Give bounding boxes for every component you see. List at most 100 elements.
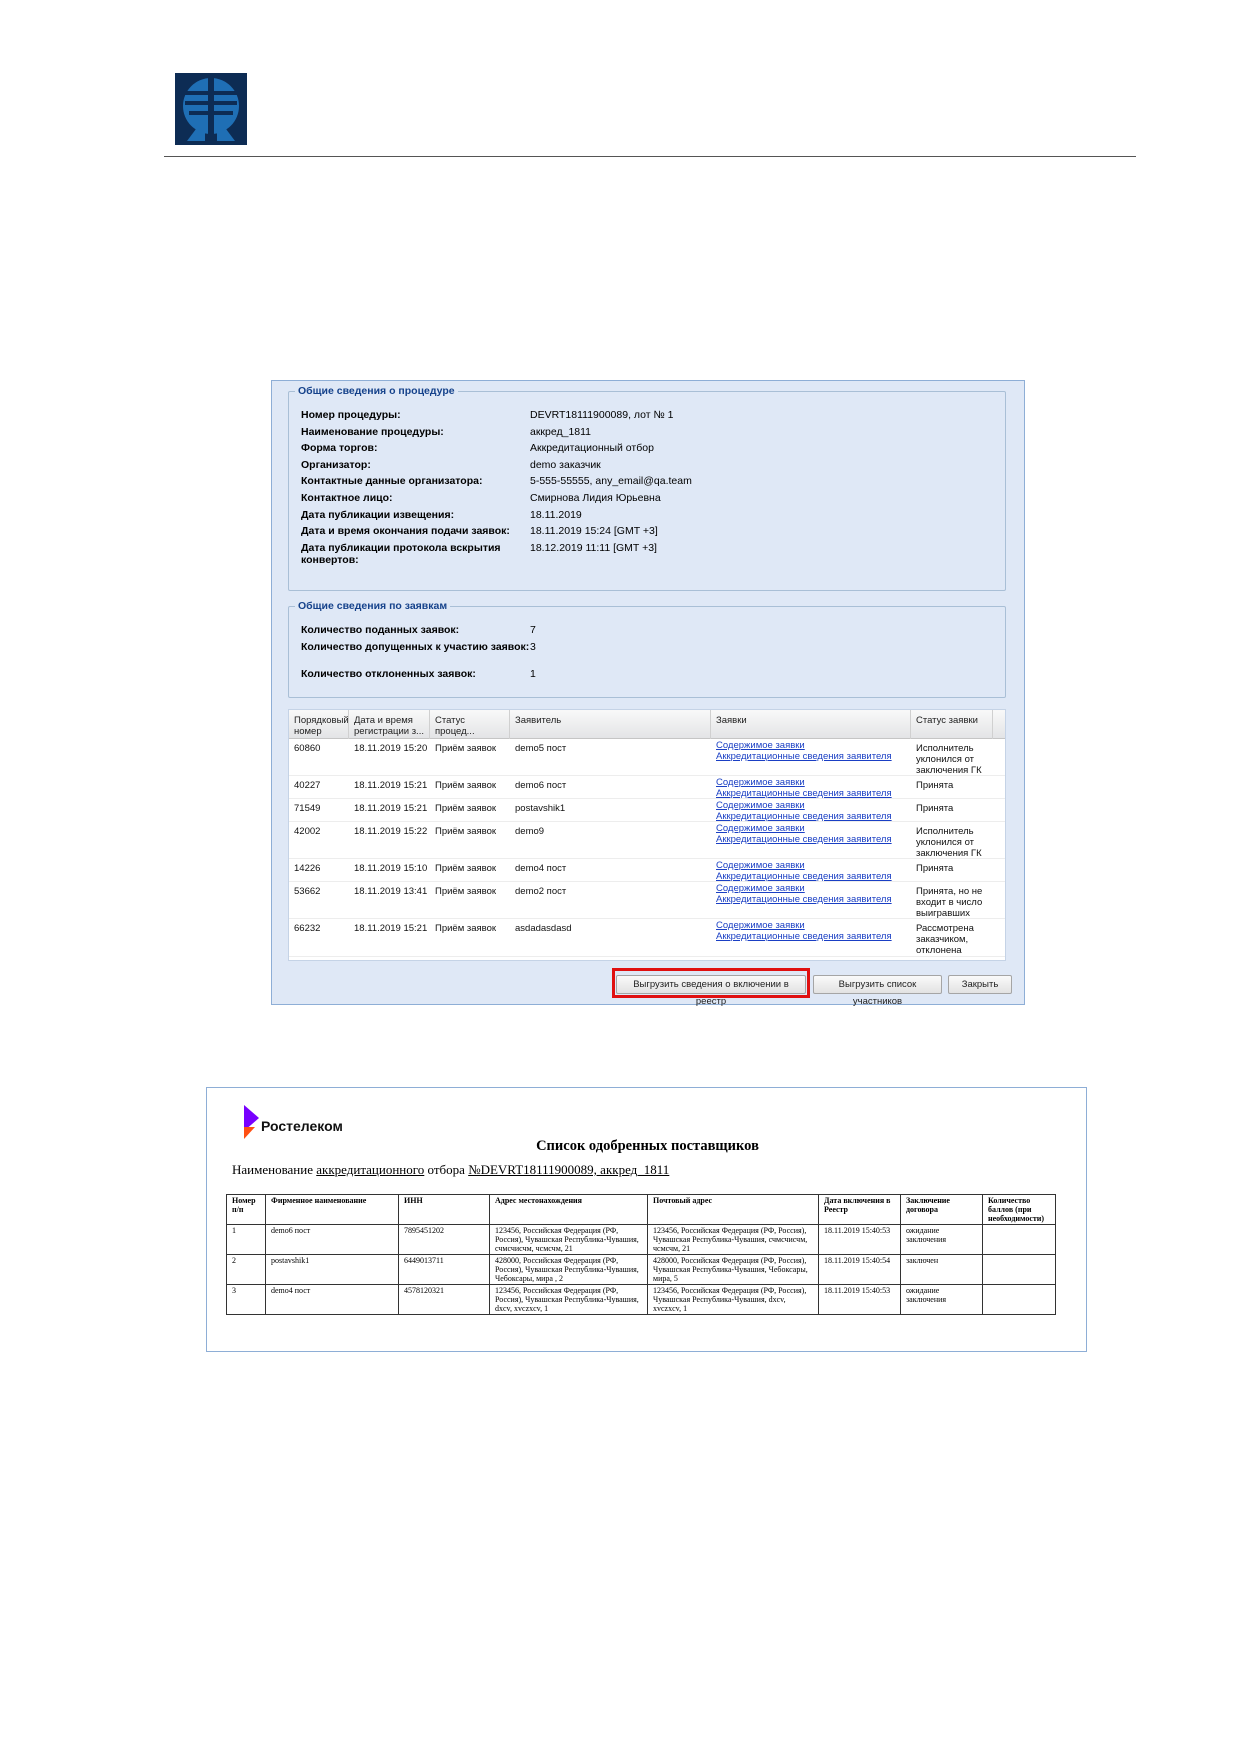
application-content-link[interactable]: Содержимое заявки [716, 740, 911, 751]
grid-cell-links: Содержимое заявки Аккредитационные сведен… [711, 860, 911, 882]
export-participants-button[interactable]: Выгрузить список участников [813, 975, 942, 1007]
procedure-field-value: DEVRT18111900089, лот № 1 [530, 409, 674, 421]
grid-col-applicant[interactable]: Заявитель [510, 710, 711, 739]
supplier-row: 3 demo4 пост 4578120321 123456, Российская … [226, 1284, 1056, 1315]
grid-col-procedure-status[interactable]: Статус процед... [430, 710, 510, 739]
close-button[interactable]: Закрыть [948, 975, 1012, 994]
grid-cell-number: 66232 [294, 923, 321, 934]
accreditation-info-link[interactable]: Аккредитационные сведения заявителя [716, 894, 911, 905]
cell-number: 3 [226, 1284, 266, 1315]
cell-score [982, 1224, 1056, 1255]
grid-col-applications[interactable]: Заявки [711, 710, 911, 739]
export-registry-button[interactable]: Выгрузить сведения о включении в реестр [616, 975, 806, 1007]
application-content-link[interactable]: Содержимое заявки [716, 920, 911, 931]
grid-cell-date: 18.11.2019 15:21 [354, 780, 428, 791]
company-logo [175, 73, 247, 145]
supplier-row: 1 demo6 пост 7895451202 123456, Российская … [226, 1224, 1056, 1255]
grid-col-application-status[interactable]: Статус заявки [911, 710, 993, 739]
application-content-link[interactable]: Содержимое заявки [716, 777, 911, 788]
applications-field-label: Количество допущенных к участию заявок: [301, 641, 530, 653]
application-content-link[interactable]: Содержимое заявки [716, 883, 911, 894]
rostelecom-wordmark: Ростелеком [261, 1118, 343, 1134]
grid-cell-links: Содержимое заявки Аккредитационные сведен… [711, 777, 911, 799]
subtitle-mid: отбора [427, 1162, 465, 1177]
grid-row[interactable]: 60860 18.11.2019 15:20 Приём заявок demo5 п… [289, 739, 1005, 776]
grid-cell-date: 18.11.2019 13:41 [354, 886, 428, 897]
applications-info-section: Общие сведения по заявкам Количество под… [288, 600, 1006, 698]
grid-row[interactable]: 66232 18.11.2019 15:21 Приём заявок asdadas… [289, 919, 1005, 957]
procedure-field-row: Номер процедуры: DEVRT18111900089, лот № … [301, 409, 995, 421]
col-contract: Заключение договора [900, 1194, 983, 1225]
cell-inn: 6449013711 [398, 1254, 490, 1285]
cell-number: 2 [226, 1254, 266, 1285]
procedure-field-value: 18.12.2019 11:11 [GMT +3] [530, 542, 657, 554]
subtitle-prefix: Наименование [232, 1162, 313, 1177]
grid-cell-status: Приём заявок [435, 803, 497, 814]
procedure-field-row: Дата и время окончания подачи заявок: 18.… [301, 525, 995, 537]
subtitle-procedure-ref: №DEVRT18111900089, аккред_1811 [468, 1162, 670, 1177]
accreditation-info-link[interactable]: Аккредитационные сведения заявителя [716, 788, 911, 799]
grid-row[interactable]: 42002 18.11.2019 15:22 Приём заявок demo9 Со… [289, 822, 1005, 859]
procedure-field-row: Форма торгов: Аккредитационный отбор [301, 442, 995, 454]
procedure-field-row: Дата публикации протокола вскрытия конве… [301, 542, 995, 566]
accreditation-info-link[interactable]: Аккредитационные сведения заявителя [716, 811, 911, 822]
cell-contract: ожидание заключения [900, 1284, 983, 1315]
grid-row[interactable]: 14226 18.11.2019 15:10 Приём заявок demo4 п… [289, 859, 1005, 882]
accreditation-info-link[interactable]: Аккредитационные сведения заявителя [716, 931, 911, 942]
cell-number: 1 [226, 1224, 266, 1255]
col-inn: ИНН [398, 1194, 490, 1225]
grid-cell-status: Приём заявок [435, 923, 497, 934]
procedure-field-value: 5-555-55555, any_email@qa.team [530, 475, 692, 487]
grid-cell-applicant: demo5 пост [515, 743, 567, 754]
grid-cell-number: 42002 [294, 826, 321, 837]
grid-cell-links: Содержимое заявки Аккредитационные сведен… [711, 740, 911, 762]
cell-company-name: postavshik1 [265, 1254, 399, 1285]
cell-score [982, 1254, 1056, 1285]
grid-cell-links: Содержимое заявки Аккредитационные сведен… [711, 920, 911, 942]
procedure-field-row: Организатор: demo заказчик [301, 459, 995, 471]
grid-cell-applicant: demo6 пост [515, 780, 567, 791]
procedure-field-value: аккред_1811 [530, 426, 592, 438]
grid-cell-number: 53662 [294, 886, 321, 897]
accreditation-info-link[interactable]: Аккредитационные сведения заявителя [716, 834, 911, 845]
cell-postal-address: 123456, Российская Федерация (РФ, Россия… [647, 1284, 819, 1315]
application-content-link[interactable]: Содержимое заявки [716, 823, 911, 834]
cell-location-address: 123456, Российская Федерация (РФ, Россия… [489, 1284, 648, 1315]
procedure-field-row: Контактное лицо: Смирнова Лидия Юрьевна [301, 492, 995, 504]
procedure-field-label: Контактные данные организатора: [301, 475, 483, 487]
grid-col-registration-date[interactable]: Дата и время регистрации з... [349, 710, 430, 739]
cell-postal-address: 428000, Российская Федерация (РФ, Россия… [647, 1254, 819, 1285]
procedure-field-row: Наименование процедуры: аккред_1811 [301, 426, 995, 438]
application-content-link[interactable]: Содержимое заявки [716, 800, 911, 811]
procedure-field-label: Наименование процедуры: [301, 426, 444, 438]
grid-row[interactable]: 71549 18.11.2019 15:21 Приём заявок postavs… [289, 799, 1005, 822]
procedure-dialog: Общие сведения о процедуре Номер процеду… [271, 380, 1025, 1007]
cell-company-name: demo6 пост [265, 1224, 399, 1255]
procedure-info-section: Общие сведения о процедуре Номер процеду… [288, 385, 1006, 591]
procedure-info-legend: Общие сведения о процедуре [298, 385, 455, 397]
col-company-name: Фирменное наименование [265, 1194, 399, 1225]
grid-cell-date: 18.11.2019 15:22 [354, 826, 428, 837]
grid-cell-application-status: Принята [916, 803, 954, 814]
cell-registry-date: 18.11.2019 15:40:54 [818, 1254, 901, 1285]
cell-inn: 7895451202 [398, 1224, 490, 1255]
grid-header-scroll-spacer [993, 710, 1005, 739]
grid-cell-status: Приём заявок [435, 886, 497, 897]
grid-col-number[interactable]: Порядковый номер [289, 710, 349, 739]
application-content-link[interactable]: Содержимое заявки [716, 860, 911, 871]
procedure-field-label: Дата и время окончания подачи заявок: [301, 525, 510, 537]
grid-cell-number: 40227 [294, 780, 321, 791]
accreditation-info-link[interactable]: Аккредитационные сведения заявителя [716, 871, 911, 882]
grid-cell-applicant: asdadasdasd [515, 923, 572, 934]
col-score: Количество баллов (при необходимости) [982, 1194, 1056, 1225]
grid-row[interactable]: 53662 18.11.2019 13:41 Приём заявок demo2 п… [289, 882, 1005, 919]
grid-cell-number: 14226 [294, 863, 321, 874]
grid-cell-links: Содержимое заявки Аккредитационные сведен… [711, 883, 911, 905]
grid-row[interactable]: 40227 18.11.2019 15:21 Приём заявок demo6 п… [289, 776, 1005, 799]
applications-field-row: Количество поданных заявок: 7 [301, 624, 995, 636]
grid-cell-date: 18.11.2019 15:20 [354, 743, 428, 754]
accreditation-info-link[interactable]: Аккредитационные сведения заявителя [716, 751, 911, 762]
procedure-field-row: Контактные данные организатора: 5-555-555… [301, 475, 995, 487]
procedure-field-label: Контактное лицо: [301, 492, 393, 504]
suppliers-table: Номер п/п Фирменное наименование ИНН Адр… [226, 1194, 1056, 1315]
